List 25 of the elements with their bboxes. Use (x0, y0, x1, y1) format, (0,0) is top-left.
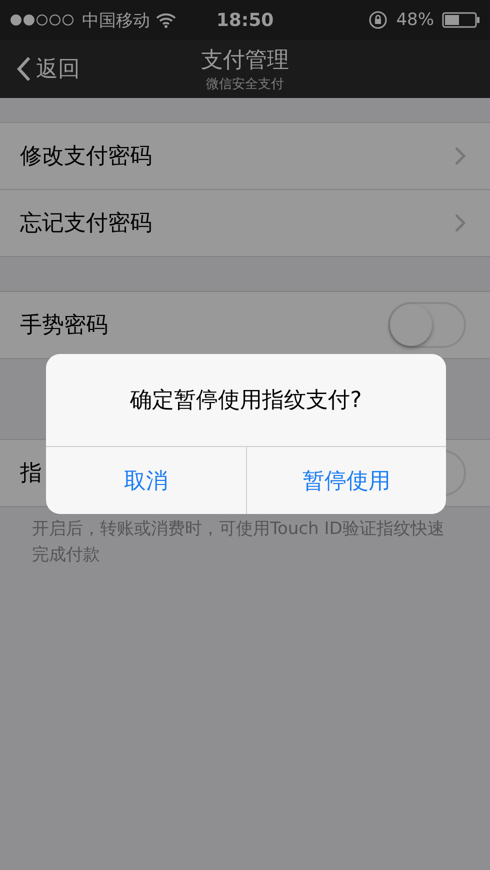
rotation-lock-icon (368, 10, 388, 30)
battery-icon (442, 12, 480, 28)
settings-row[interactable]: 忘记支付密码 (0, 189, 490, 256)
page-title: 支付管理 (201, 47, 289, 75)
page-subtitle: 微信安全支付 (206, 76, 284, 93)
chevron-icon (454, 213, 466, 233)
dialog-button[interactable]: 暂停使用 (246, 447, 446, 514)
settings-row[interactable]: 手势密码 (0, 292, 490, 358)
carrier-name: 中国移动 (82, 10, 150, 32)
dialog-message: 确定暂停使用指纹支付? (130, 387, 362, 415)
settings-row[interactable]: 修改支付密码 (0, 123, 490, 189)
wifi-icon (156, 12, 176, 28)
row-label: 忘记支付密码 (20, 210, 152, 238)
row-label: 修改支付密码 (20, 143, 152, 171)
signal-icon (10, 14, 76, 26)
back-button[interactable]: 返回 (0, 53, 86, 85)
row-label: 指 (20, 460, 42, 488)
clock-time: 18:50 (216, 10, 274, 30)
battery-percent: 48% (396, 10, 434, 30)
toggle-switch[interactable] (388, 302, 466, 348)
back-chevron-icon (16, 56, 32, 82)
row-label: 手势密码 (20, 312, 108, 340)
dialog-button[interactable]: 取消 (46, 447, 246, 514)
footnote-text: 开启后，转账或消费时，可使用Touch ID验证指纹快速完成付款 (31, 518, 446, 566)
chevron-icon (454, 146, 466, 166)
